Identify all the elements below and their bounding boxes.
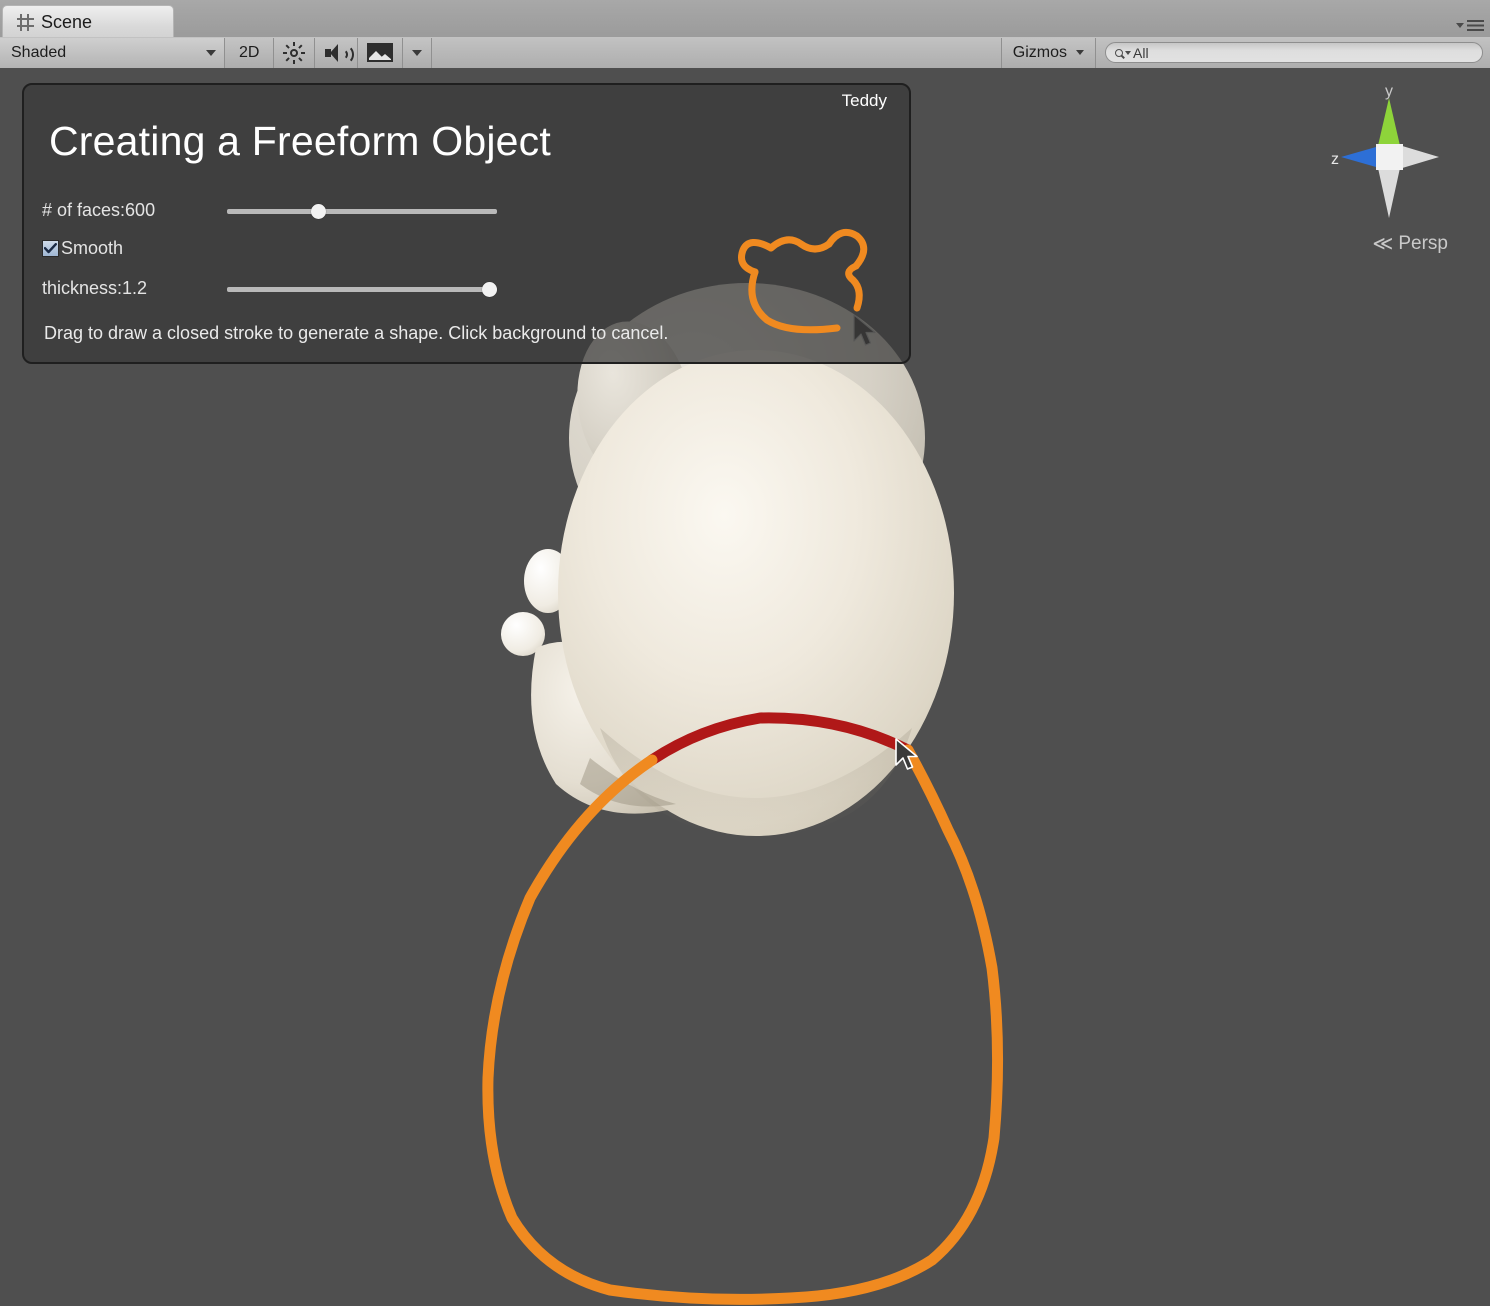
gizmos-label: Gizmos [1012,43,1067,61]
scene-window: Scene Shaded 2D Gizmos All Teddy Creatin… [0,0,1490,1306]
teddy-tool-panel: Teddy Creating a Freeform Object # of fa… [22,83,911,364]
thickness-slider[interactable] [227,280,497,298]
effects-toggle-button[interactable] [358,37,404,68]
chevron-down-icon [1125,50,1131,55]
pointer-cursor-icon [853,314,876,346]
axis-y-label: y [1385,83,1393,100]
chevron-down-icon [206,49,216,56]
axis-right-cone [1399,145,1439,169]
axis-y-cone [1377,98,1401,150]
hamburger-icon [1467,20,1484,31]
teddy-tool-name: Teddy [841,91,887,110]
shading-mode-dropdown[interactable]: Shaded [0,37,225,68]
smooth-checkbox[interactable] [42,240,59,257]
tab-bar: Scene [0,0,1490,38]
faces-slider[interactable] [227,202,497,220]
scene-viewport[interactable]: Teddy Creating a Freeform Object # of fa… [0,68,1490,1306]
thickness-row: thickness:1.2 [42,278,497,299]
lighting-toggle-button[interactable] [274,37,316,68]
smooth-label: Smooth [61,238,124,258]
projection-arrow-icon: ≪ [1372,233,1394,255]
projection-mode-text: Persp [1398,233,1448,254]
speaker-icon [324,43,355,64]
search-icon [1115,48,1123,57]
faces-row: # of faces:600 [42,200,497,221]
axis-z-label: z [1331,151,1339,168]
faces-slider-knob[interactable] [311,203,327,219]
effects-dropdown-button[interactable] [403,37,433,68]
chevron-down-icon [1076,50,1084,55]
thickness-slider-track [227,286,497,292]
teddy-panel-title: Creating a Freeform Object [49,118,551,164]
toggle-2d-label: 2D [239,43,260,61]
thickness-slider-knob[interactable] [482,281,497,297]
smooth-row: Smooth [42,238,123,259]
stroke-visible-segment [482,744,1004,1305]
search-input[interactable]: All [1105,42,1483,63]
grid-hash-icon [17,13,34,31]
axis-center-cube [1376,144,1403,170]
gizmos-dropdown[interactable]: Gizmos [1000,37,1096,68]
chevron-down-icon [1456,23,1464,28]
stroke-occluded-segment [646,712,914,766]
image-effects-icon [367,43,394,62]
pointer-cursor-icon [895,738,918,770]
projection-mode-label[interactable]: ≪ Persp [1372,233,1448,255]
checkmark-icon [44,243,57,254]
sun-icon [283,41,306,64]
window-menu-icon[interactable] [1456,20,1484,31]
thickness-label: thickness:1.2 [42,278,148,298]
search-value: All [1133,44,1149,61]
audio-toggle-button[interactable] [315,37,359,68]
tab-scene[interactable]: Scene [2,5,174,38]
chevron-down-icon [412,49,423,56]
shading-mode-label: Shaded [11,43,67,61]
teddy-hint-text: Drag to draw a closed stroke to generate… [44,323,669,343]
toggle-2d-button[interactable]: 2D [225,37,275,68]
axis-down-cone [1378,168,1400,218]
faces-label: # of faces:600 [42,200,156,220]
faces-slider-track [227,208,497,214]
scene-toolbar: Shaded 2D Gizmos All [0,37,1490,69]
tab-scene-label: Scene [41,11,93,32]
